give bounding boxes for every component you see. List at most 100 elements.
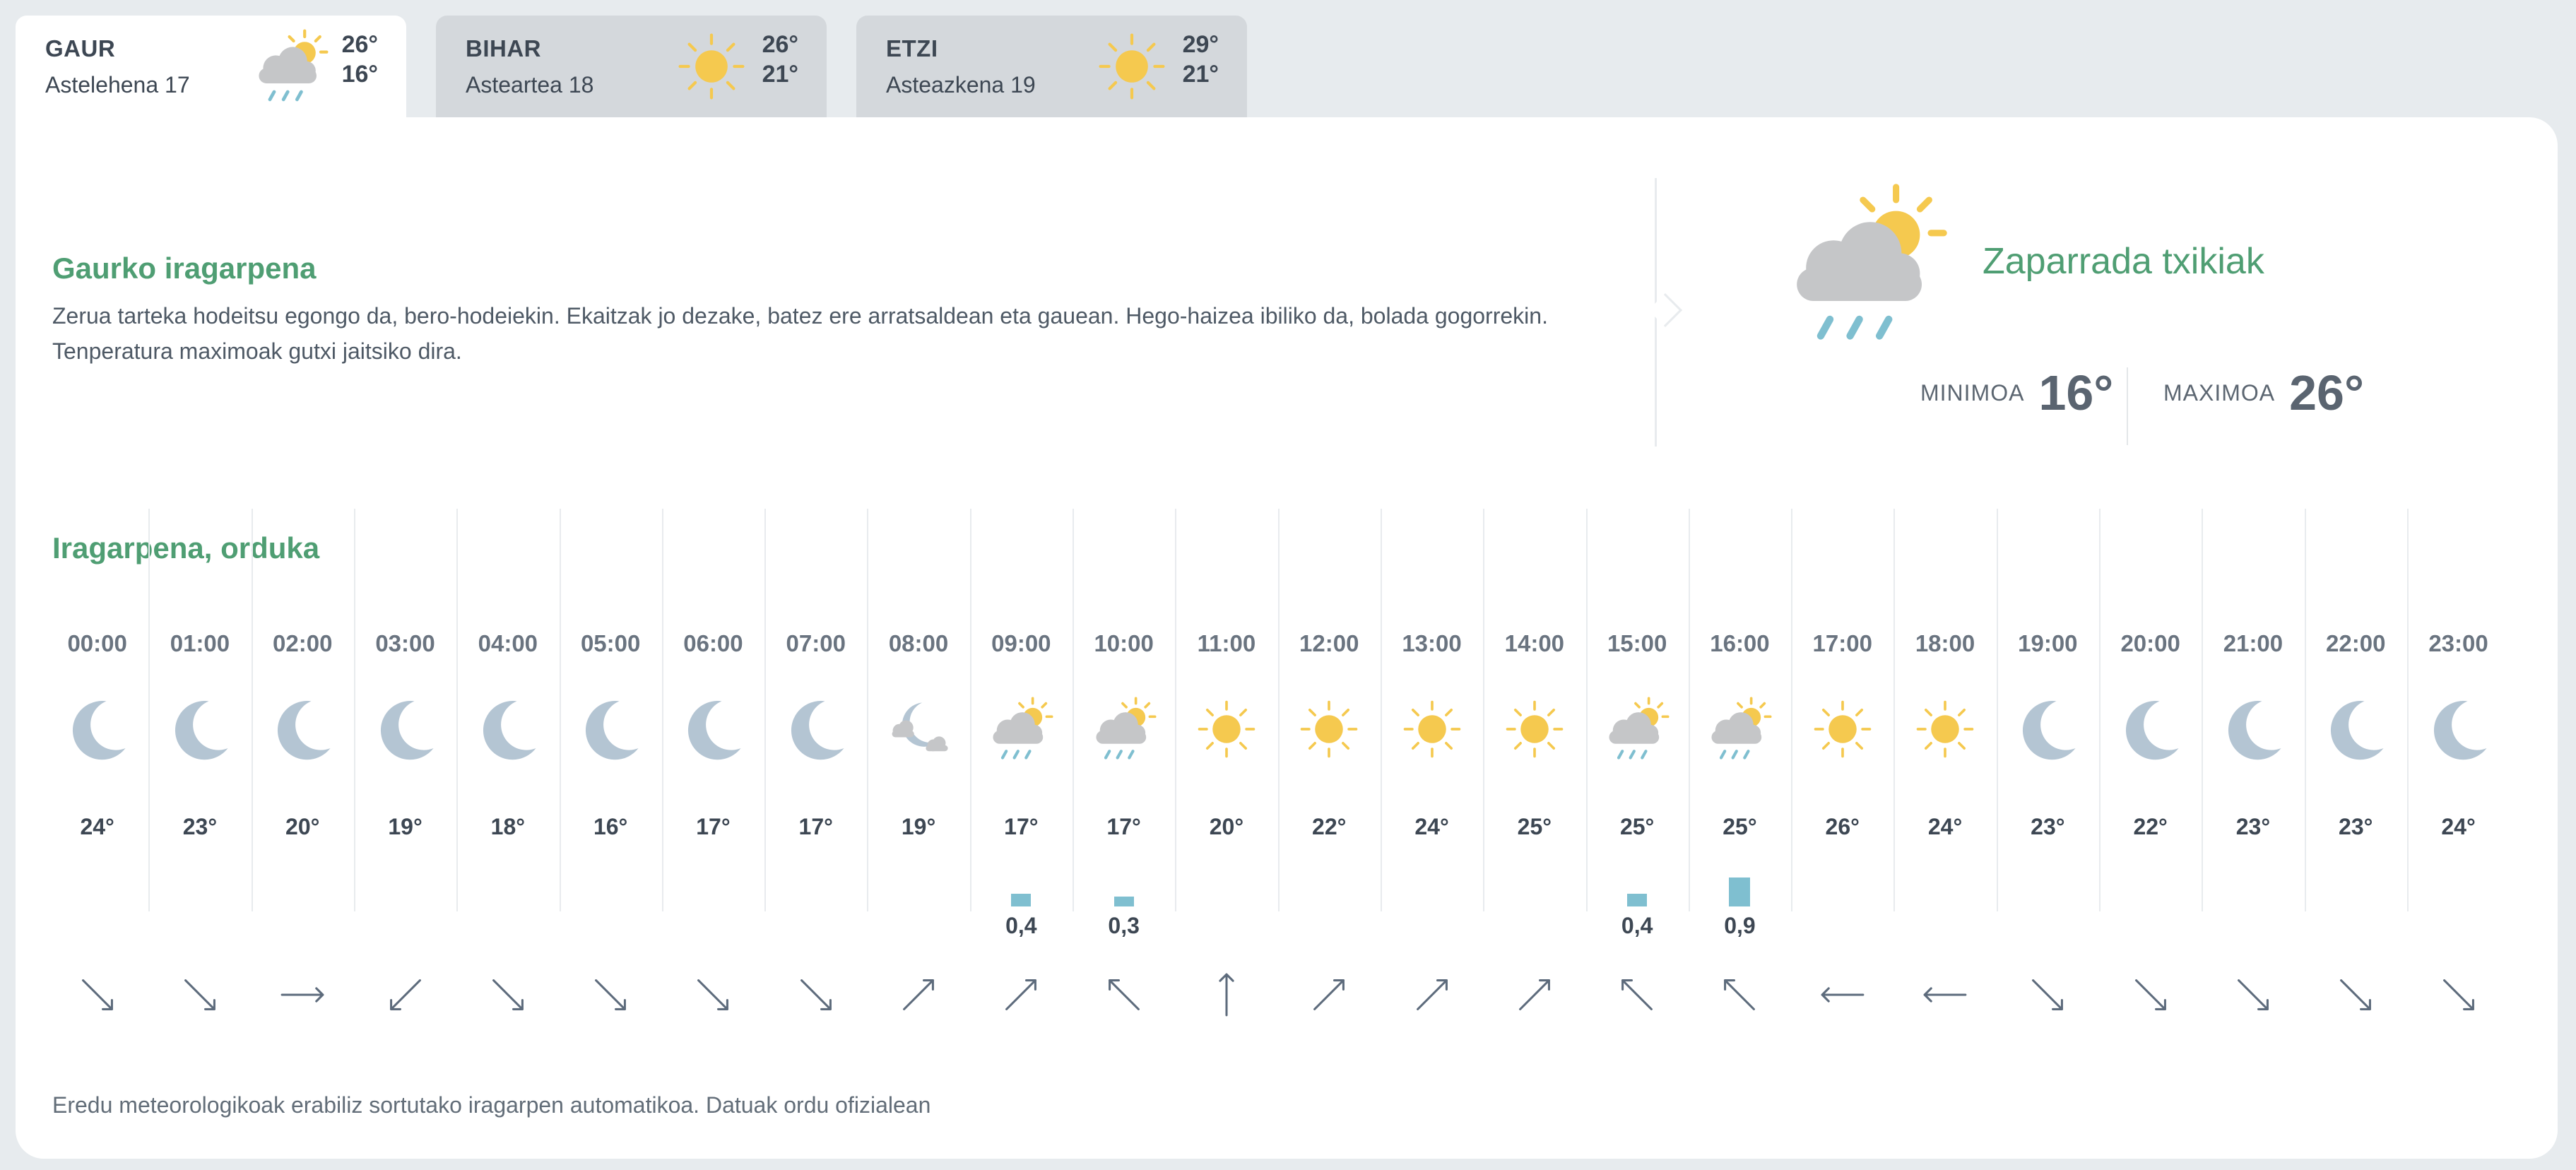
hour-divider: [1893, 509, 1896, 911]
rain-amount: 0,3: [1108, 913, 1140, 938]
hour-divider: [1688, 509, 1690, 911]
divider-notch: [1648, 292, 1683, 328]
condition-label: Zaparrada txikiak: [1983, 241, 2264, 282]
hour-divider: [559, 509, 561, 911]
moon-cloud-icon: [892, 702, 948, 752]
minmax-divider: [2127, 367, 2128, 445]
hour-column: 02:00 20°: [251, 509, 354, 1003]
wind-arrow-icon: [595, 979, 627, 1010]
hour-temp: 23°: [182, 814, 218, 839]
wind-arrow-icon: [1313, 979, 1345, 1010]
wind-arrow-icon: [1005, 979, 1037, 1010]
hour-time: 12:00: [1299, 630, 1359, 656]
min-temp-block: MINIMOA 16°: [1920, 365, 2113, 421]
wind-arrow-icon: [2442, 979, 2474, 1010]
hour-time: 17:00: [1812, 630, 1872, 656]
hour-time: 22:00: [2326, 630, 2386, 656]
moon-icon: [2331, 701, 2384, 760]
hour-time: 01:00: [170, 630, 230, 656]
hour-column: 10:00 17° 0,3: [1073, 509, 1175, 1010]
hour-temp: 17°: [696, 814, 731, 839]
hour-time: 05:00: [580, 630, 641, 656]
hour-time: 23:00: [2428, 630, 2488, 656]
hour-time: 07:00: [786, 630, 846, 656]
hour-column: 03:00 19°: [353, 509, 456, 1010]
hour-divider: [1277, 509, 1280, 911]
min-temp-label: MINIMOA: [1920, 379, 2025, 406]
hour-temp: 18°: [490, 814, 526, 839]
tab-tomorrow[interactable]: BIHAR Asteartea 18 26° 21°: [436, 16, 827, 119]
rain-bar: [1729, 877, 1751, 906]
tab-date-label: Asteartea 18: [466, 72, 594, 98]
hour-column: 12:00 22°: [1277, 509, 1381, 1010]
hour-time: 20:00: [2120, 630, 2180, 656]
hour-time: 10:00: [1094, 630, 1154, 656]
hour-time: 15:00: [1607, 630, 1667, 656]
rain-amount: 0,9: [1724, 913, 1756, 938]
hour-column: 16:00 25° 0,9: [1688, 509, 1791, 1010]
hour-temp: 25°: [1619, 814, 1655, 839]
hour-column: 05:00 16°: [559, 509, 662, 1010]
daily-forecast-title: Gaurko iragarpena: [52, 252, 317, 285]
rain-bar: [1627, 893, 1648, 906]
hour-divider: [456, 509, 459, 911]
hour-time: 13:00: [1402, 630, 1462, 656]
hour-temp: 16°: [593, 814, 628, 839]
tab-max-temp: 26°: [762, 31, 798, 58]
hour-column: 13:00 24°: [1380, 509, 1483, 1010]
tab-today[interactable]: GAUR Astelehena 17 26° 16°: [16, 16, 406, 119]
moon-icon: [791, 701, 844, 760]
hour-column: 15:00 25° 0,4: [1585, 509, 1689, 1010]
wind-arrow-icon: [184, 979, 215, 1010]
wind-arrow-icon: [2237, 979, 2269, 1010]
hour-temp: 25°: [1723, 814, 1757, 839]
hour-column: 00:00 24°: [46, 509, 148, 1010]
cloud-sun-rain-icon: [993, 697, 1053, 760]
hour-column: 11:00 20°: [1175, 509, 1277, 1017]
hour-temp: 24°: [1927, 814, 1963, 839]
sun-icon: [1198, 700, 1255, 758]
sun-icon: [1916, 700, 1974, 758]
moon-icon: [175, 701, 228, 760]
hour-divider: [148, 509, 150, 911]
hour-column: 19:00 23°: [1996, 509, 2099, 1010]
wind-arrow-icon: [280, 987, 324, 1003]
tab-min-temp: 21°: [762, 61, 798, 88]
rain-amount: 0,4: [1005, 913, 1037, 938]
hour-time: 08:00: [888, 630, 949, 656]
hourly-forecast-grid: 00:00 24° 01:00 23° 02:00 20° 03:00 19° 04:00 18°…: [46, 509, 2510, 1017]
rain-amount: 0,4: [1621, 913, 1653, 938]
cloud-sun-rain-icon: [1609, 697, 1670, 760]
hour-time: 06:00: [683, 630, 743, 656]
wind-arrow-icon: [81, 979, 113, 1010]
hour-divider: [1483, 509, 1485, 911]
hour-temp: 20°: [285, 814, 320, 839]
wind-arrow-icon: [2134, 979, 2166, 1010]
hour-time: 16:00: [1710, 630, 1770, 656]
wind-arrow-icon: [2340, 979, 2372, 1010]
hour-column: 17:00 26°: [1791, 509, 1893, 1003]
hour-column: 22:00 23°: [2304, 509, 2407, 1010]
tab-day-after-tomorrow[interactable]: ETZI Asteazkena 19 29° 21°: [856, 16, 1247, 119]
moon-icon: [278, 701, 331, 760]
hour-divider: [2304, 509, 2306, 911]
hour-divider: [1585, 509, 1588, 911]
wind-arrow-icon: [1108, 979, 1140, 1010]
hour-temp: 19°: [901, 814, 936, 839]
hour-divider: [867, 509, 869, 911]
tab-date-label: Astelehena 17: [45, 72, 190, 98]
moon-icon: [688, 701, 741, 760]
wind-arrow-icon: [1621, 979, 1653, 1010]
hour-divider: [764, 509, 767, 911]
sun-icon: [1506, 700, 1564, 758]
moon-icon: [2228, 701, 2281, 760]
hour-temp: 24°: [80, 814, 114, 839]
wind-arrow-icon: [1724, 979, 1756, 1010]
hour-temp: 22°: [1312, 814, 1347, 839]
hour-column: 06:00 17°: [661, 509, 764, 1010]
rain-bar: [1113, 897, 1134, 906]
hour-time: 04:00: [478, 630, 538, 656]
hour-temp: 25°: [1517, 814, 1552, 839]
wind-arrow-icon: [389, 979, 421, 1010]
sun-icon: [678, 33, 745, 100]
